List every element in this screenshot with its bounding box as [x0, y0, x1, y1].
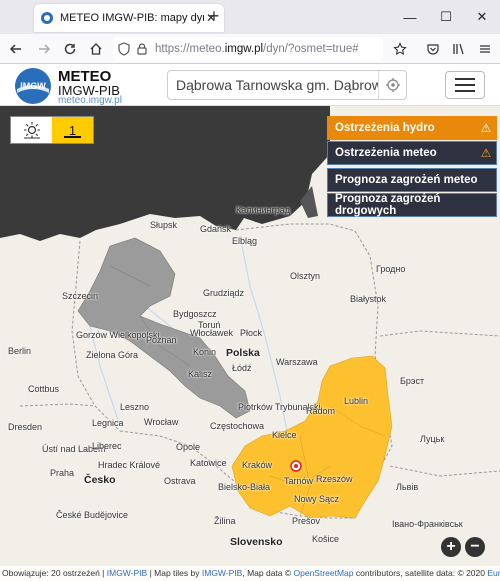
forecast-toggle[interactable]: 1: [10, 116, 94, 144]
label-lviv: Львів: [396, 482, 419, 492]
label-lodz: Łódź: [232, 363, 252, 373]
label-ostrava: Ostrava: [164, 476, 196, 486]
label-olsztyn: Olsztyn: [290, 271, 321, 281]
label-presov: Prešov: [292, 516, 321, 526]
label-warszawa: Warszawa: [276, 357, 318, 367]
label-szczecin: Szczecin: [62, 291, 99, 301]
label-slupsk: Słupsk: [150, 220, 178, 230]
label-radom: Radom: [306, 406, 336, 416]
back-icon[interactable]: [6, 39, 26, 59]
label-zielona-gora: Zielona Góra: [86, 350, 139, 360]
sun-icon[interactable]: [11, 117, 52, 143]
tab-prognoza-meteo[interactable]: Prognoza zagrożeń meteo: [327, 168, 497, 192]
label-gdansk: Gdańsk: [200, 224, 232, 234]
label-cottbus: Cottbus: [28, 384, 60, 394]
zoom-out-button[interactable]: −: [465, 537, 485, 557]
pocket-icon[interactable]: [423, 39, 443, 59]
label-krakow: Kraków: [242, 460, 273, 470]
imgw-link[interactable]: IMGW-PIB: [107, 568, 147, 578]
browser-nav-bar: https://meteo.imgw.pl/dyn/?osmet=true#: [0, 34, 500, 64]
browser-tab-bar: METEO IMGW-PIB: mapy dynam ✕ + — ☐ ✕: [0, 0, 500, 34]
bookmark-star-icon[interactable]: [390, 39, 410, 59]
label-plock: Płock: [240, 328, 263, 338]
location-search[interactable]: [167, 70, 407, 100]
site-favicon-icon: [41, 12, 53, 24]
maximize-icon[interactable]: ☐: [428, 0, 464, 34]
label-bialystok: Białystok: [350, 294, 387, 304]
label-wroclaw: Wrocław: [144, 417, 179, 427]
label-katowice: Katowice: [190, 458, 227, 468]
label-kaliningrad: Калининград: [236, 205, 291, 215]
label-kosice: Košice: [312, 534, 340, 544]
label-opole: Opole: [176, 442, 201, 452]
osm-link[interactable]: OpenStreetMap: [294, 568, 354, 578]
label-bydgoszcz: Bydgoszcz: [173, 309, 217, 319]
label-dresden: Dresden: [8, 422, 43, 432]
label-elblag: Elbląg: [232, 236, 258, 246]
label-brest: Брэст: [400, 376, 425, 386]
label-hradec: Hradec Králové: [98, 460, 161, 470]
warning-icon: ⚠: [480, 146, 492, 160]
label-tarnow: Tarnów: [284, 476, 314, 486]
warning-map[interactable]: Калининград Gdańsk Elbląg Słupsk Olsztyn…: [0, 106, 500, 581]
lock-icon[interactable]: [135, 42, 149, 56]
level-button[interactable]: 1: [52, 117, 93, 143]
tiles-link[interactable]: IMGW-PIB: [202, 568, 242, 578]
label-liberec: Liberec: [92, 441, 122, 451]
eumetsat-link[interactable]: Eumetsat: [487, 568, 500, 578]
label-grudziadz: Grudziądz: [203, 288, 245, 298]
hamburger-menu-button[interactable]: [445, 71, 485, 99]
browser-tab[interactable]: METEO IMGW-PIB: mapy dynam ✕: [34, 4, 224, 32]
label-grodno: Гродно: [376, 264, 406, 274]
close-window-icon[interactable]: ✕: [464, 0, 500, 34]
label-slovensko: Slovensko: [230, 536, 283, 548]
label-bielsko: Bielsko-Biała: [218, 482, 271, 492]
new-tab-button[interactable]: +: [204, 7, 224, 27]
label-ivano: Івано-Франківськ: [392, 519, 463, 529]
reload-icon[interactable]: [60, 39, 80, 59]
home-icon[interactable]: [86, 39, 106, 59]
label-leszno: Leszno: [120, 402, 150, 412]
label-nowy-sacz: Nowy Sącz: [294, 494, 340, 504]
locate-icon[interactable]: [378, 71, 406, 99]
tab-title: METEO IMGW-PIB: mapy dynam: [60, 12, 204, 24]
menu-icon[interactable]: [475, 39, 495, 59]
site-header: IMGW METEO IMGW-PIB meteo.imgw.pl: [0, 64, 500, 106]
location-search-input[interactable]: [168, 72, 378, 98]
label-lublin: Lublin: [344, 396, 369, 406]
forward-icon[interactable]: [34, 39, 54, 59]
shield-icon[interactable]: [117, 42, 131, 56]
label-kalisz: Kalisz: [188, 369, 213, 379]
label-polska: Polska: [226, 347, 260, 359]
tab-ostrzezenia-hydro[interactable]: Ostrzeżenia hydro ⚠: [327, 116, 497, 140]
brand-url[interactable]: meteo.imgw.pl: [58, 95, 122, 106]
label-berlin: Berlin: [8, 346, 32, 356]
label-wloclawek: Włocławek: [190, 328, 234, 338]
label-cesko: Česko: [84, 474, 116, 486]
svg-text:IMGW: IMGW: [20, 81, 46, 91]
zoom-in-button[interactable]: +: [441, 537, 461, 557]
label-czestochowa: Częstochowa: [210, 421, 265, 431]
label-zilina: Žilina: [214, 516, 236, 526]
label-praha: Praha: [50, 468, 75, 478]
label-poznan: Poznań: [146, 335, 177, 345]
map-attribution: Obowiązuje: 20 ostrzeżeń | IMGW-PIB | Ma…: [0, 566, 500, 581]
label-rzeszow: Rzeszów: [316, 474, 353, 484]
label-budejovice: České Budějovice: [56, 510, 129, 520]
warning-icon: ⚠: [480, 121, 492, 135]
label-luck: Луцьк: [420, 434, 445, 444]
label-konin: Konin: [193, 347, 217, 357]
url-text: https://meteo.imgw.pl/dyn/?osmet=true#: [155, 43, 359, 55]
imgw-logo[interactable]: IMGW: [14, 67, 52, 105]
address-bar[interactable]: https://meteo.imgw.pl/dyn/?osmet=true#: [113, 37, 383, 61]
label-legnica: Legnica: [92, 418, 124, 428]
tab-ostrzezenia-meteo[interactable]: Ostrzeżenia meteo ⚠: [327, 141, 497, 165]
library-icon[interactable]: [449, 39, 469, 59]
label-kielce: Kielce: [272, 430, 297, 440]
minimize-icon[interactable]: —: [392, 0, 428, 34]
tab-prognoza-drogowych[interactable]: Prognoza zagrożeń drogowych: [327, 193, 497, 217]
layer-panel: Ostrzeżenia hydro ⚠ Ostrzeżenia meteo ⚠ …: [327, 116, 497, 218]
